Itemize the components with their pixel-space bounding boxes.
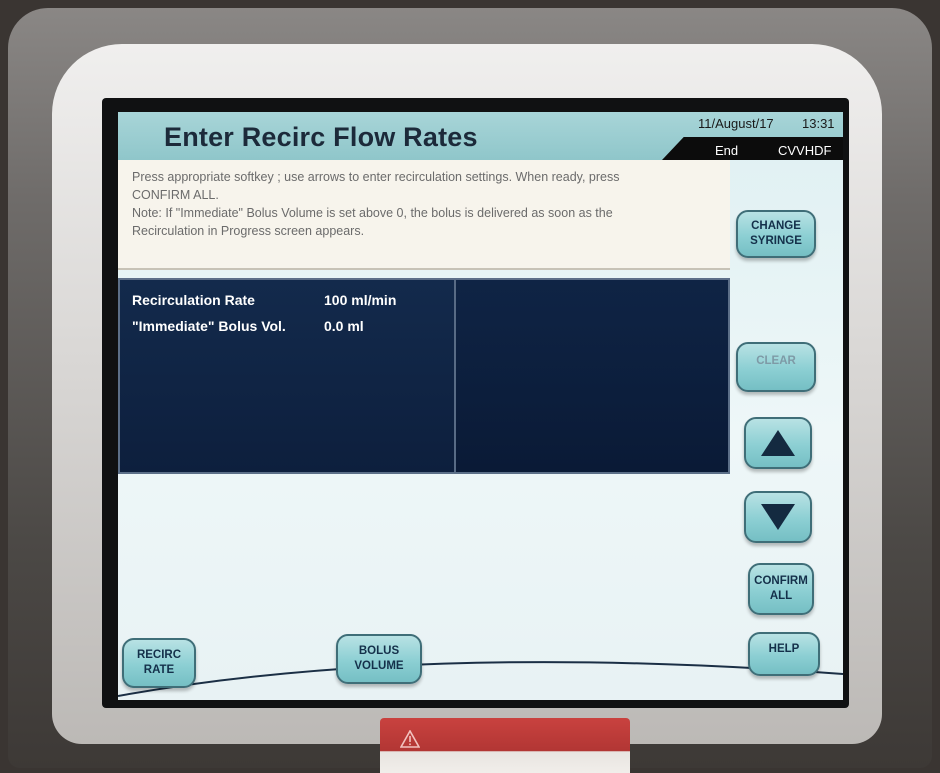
therapy-mode: CVVHDF (778, 143, 832, 158)
change-syringe-label-line2: SYRINGE (750, 235, 802, 247)
down-arrow-button[interactable] (744, 491, 812, 543)
recirculation-rate-value: 100 ml/min (324, 292, 397, 308)
bolus-volume-label-line2: VOLUME (354, 660, 404, 672)
settings-detail-pane (456, 280, 728, 472)
touch-display: Enter Recirc Flow Rates 11/August/17 13:… (118, 112, 843, 700)
recirc-rate-label-line1: RECIRC (136, 649, 182, 661)
instruction-line: Recirculation in Progress screen appears… (132, 224, 365, 238)
up-arrow-button[interactable] (744, 417, 812, 469)
instruction-line: Press appropriate softkey ; use arrows t… (132, 170, 620, 184)
page-title: Enter Recirc Flow Rates (164, 122, 478, 152)
triangle-up-icon (761, 430, 795, 456)
change-syringe-button[interactable]: CHANGE SYRINGE (736, 210, 816, 258)
confirm-all-label-line2: ALL (769, 590, 793, 602)
bolus-volume-label: "Immediate" Bolus Vol. (132, 318, 286, 334)
confirm-all-button[interactable]: CONFIRM ALL (748, 563, 814, 615)
clear-button[interactable]: CLEAR (736, 342, 816, 392)
bolus-volume-label-line1: BOLUS (358, 645, 400, 657)
settings-panel: Recirculation Rate 100 ml/min "Immediate… (118, 278, 730, 474)
recirculation-rate-label: Recirculation Rate (132, 292, 255, 308)
bolus-volume-value: 0.0 ml (324, 318, 364, 334)
help-button[interactable]: HELP (748, 632, 820, 676)
header-bar: Enter Recirc Flow Rates 11/August/17 13:… (118, 112, 843, 160)
time-display: 13:31 (802, 116, 835, 131)
date-display: 11/August/17 (698, 116, 774, 131)
confirm-all-label-line1: CONFIRM (754, 575, 808, 587)
warning-triangle-icon (400, 730, 420, 748)
help-label: HELP (768, 643, 800, 655)
settings-list: Recirculation Rate 100 ml/min "Immediate… (120, 280, 456, 472)
warning-label (380, 718, 630, 773)
instructions-box: Press appropriate softkey ; use arrows t… (118, 160, 730, 270)
instruction-line: CONFIRM ALL. (132, 188, 219, 202)
recirc-rate-label-line2: RATE (143, 664, 175, 676)
decorative-curve (118, 661, 843, 697)
status-text: End (715, 143, 739, 158)
clear-label: CLEAR (756, 355, 796, 367)
recirc-rate-button[interactable]: RECIRC RATE (122, 638, 196, 688)
instruction-line: Note: If "Immediate" Bolus Volume is set… (132, 206, 613, 220)
change-syringe-label-line1: CHANGE (751, 220, 801, 232)
triangle-down-icon (761, 504, 795, 530)
bolus-volume-button[interactable]: BOLUS VOLUME (336, 634, 422, 684)
